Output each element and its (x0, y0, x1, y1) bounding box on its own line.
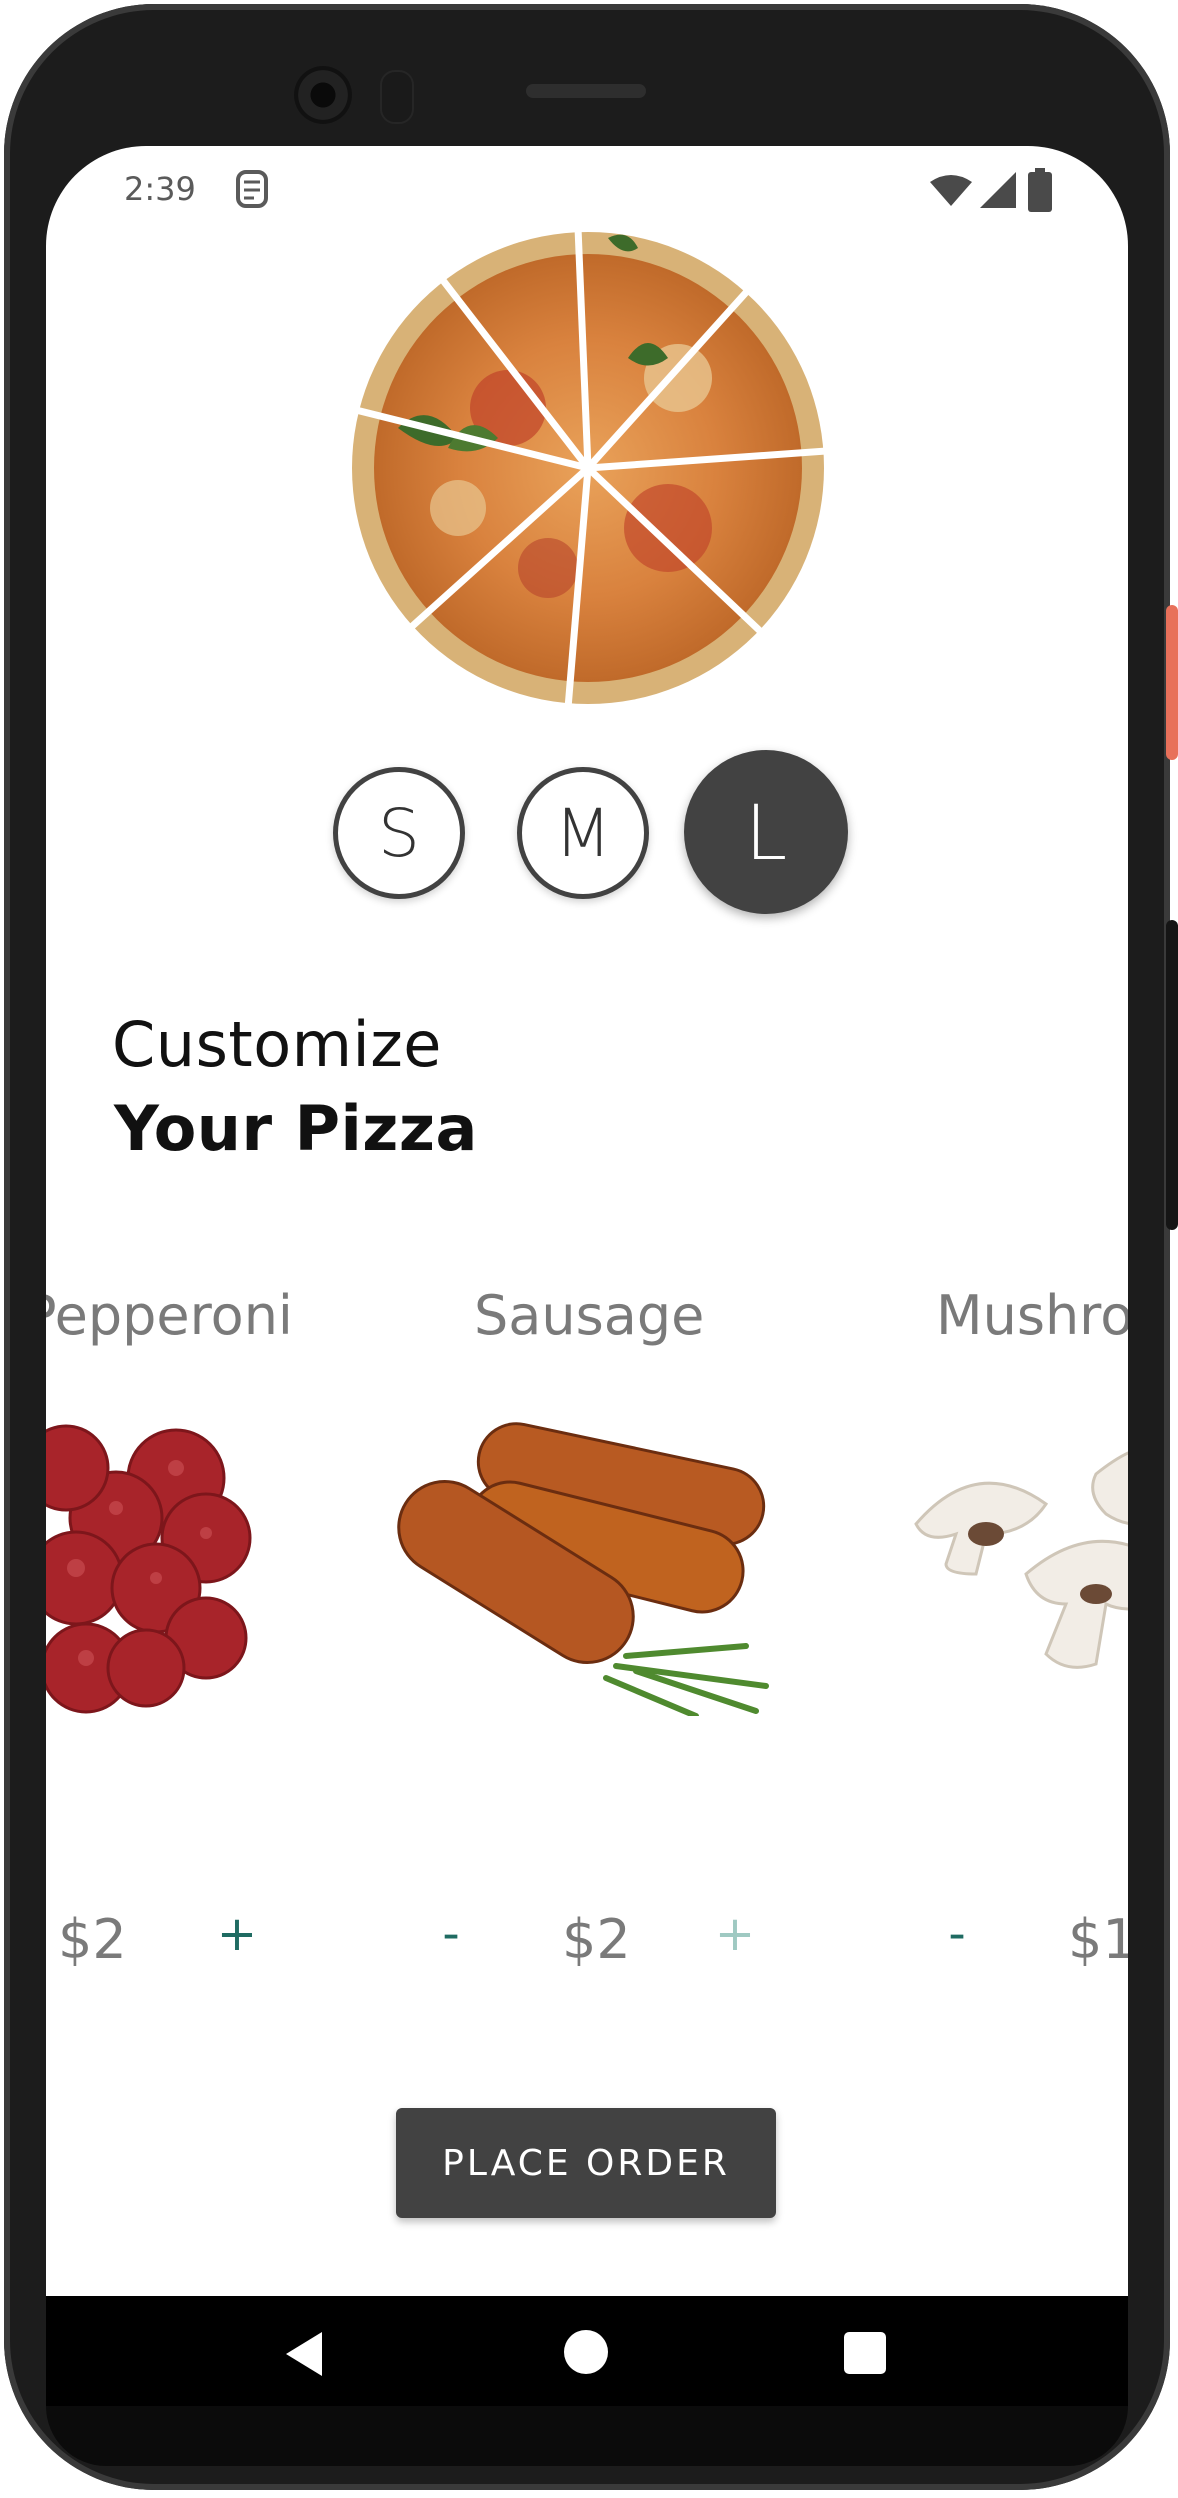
status-time: 2:39 (124, 170, 196, 208)
size-small-button[interactable]: S (333, 767, 465, 899)
system-nav-bar (46, 2296, 1128, 2406)
mushroom-image[interactable] (906, 1414, 1128, 1714)
signal-icon (980, 172, 1016, 208)
recents-icon[interactable] (844, 2332, 886, 2374)
size-medium-button[interactable]: M (517, 767, 649, 899)
wifi-icon (930, 175, 972, 206)
page-title: Customize (112, 1008, 442, 1081)
front-camera (294, 66, 352, 124)
battery-icon (1028, 168, 1052, 212)
back-icon[interactable] (280, 2330, 328, 2378)
size-large-button[interactable]: L (684, 750, 848, 914)
sausage-image[interactable] (366, 1416, 806, 1716)
remove-mushroom-button[interactable]: - (932, 1906, 982, 1962)
phone-chin (46, 2406, 1128, 2466)
page-subtitle: Your Pizza (114, 1092, 478, 1165)
topping-name-pepperoni: Pepperoni (46, 1284, 293, 1347)
proximity-sensor (380, 70, 414, 124)
pizza-image (308, 228, 868, 708)
speaker-grille (526, 84, 646, 98)
topping-price-pepperoni: $2 (58, 1908, 127, 1971)
add-pepperoni-button[interactable]: + (212, 1906, 262, 1962)
remove-sausage-button[interactable]: - (426, 1906, 476, 1962)
volume-button (1166, 920, 1178, 1230)
topping-name-sausage: Sausage (474, 1284, 705, 1347)
notification-icon (236, 170, 268, 208)
home-icon[interactable] (564, 2330, 608, 2374)
topping-price-sausage: $2 (562, 1908, 631, 1971)
topping-price-mushroom: $1 (1068, 1908, 1128, 1971)
topping-name-mushroom: Mushroom (936, 1284, 1128, 1347)
pepperoni-image[interactable] (46, 1408, 266, 1728)
place-order-button[interactable]: PLACE ORDER (396, 2108, 776, 2218)
add-sausage-button[interactable]: + (710, 1906, 760, 1962)
app-screen: 2:39 S M L Customize Your Pizza Pepperon… (46, 146, 1128, 2296)
power-button (1166, 605, 1178, 760)
